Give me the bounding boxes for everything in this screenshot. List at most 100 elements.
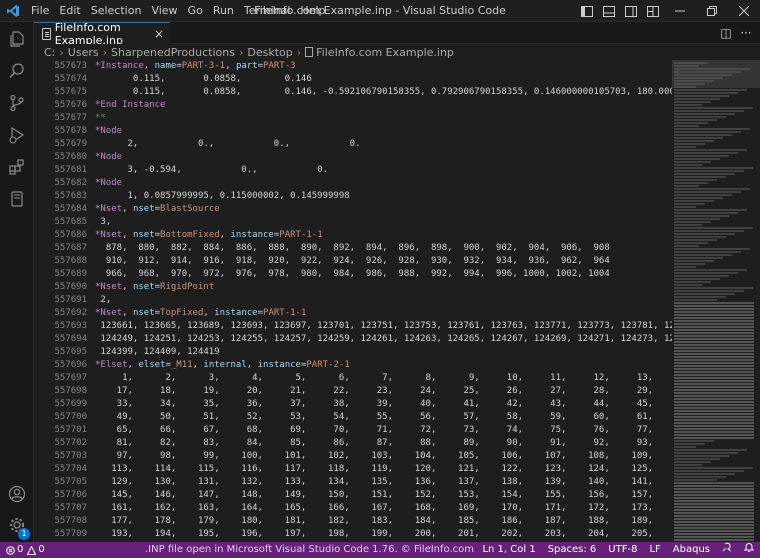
menu-item-help[interactable]: Help bbox=[295, 0, 330, 22]
token: 177, 178, 179, 180, 181, 182, 183, 184, … bbox=[111, 516, 654, 526]
split-editor-icon[interactable]: ◫ bbox=[716, 26, 736, 40]
minimap-line bbox=[674, 419, 754, 421]
code-line[interactable]: 557686 *Nset, nset=BottomFixed, instance=… bbox=[34, 229, 672, 242]
line-content: 81, 82, 83, 84, 85, 86, 87, 88, 89, 90, … bbox=[95, 437, 672, 450]
code-line[interactable]: 557685 3, bbox=[34, 216, 672, 229]
minimap-line bbox=[674, 83, 705, 85]
code-line[interactable]: 557700 49, 50, 51, 52, 53, 54, 55, 56, 5… bbox=[34, 411, 672, 424]
minimap-line bbox=[674, 476, 726, 478]
minimap[interactable] bbox=[672, 60, 760, 542]
code-line[interactable]: 557694 124249, 124251, 124253, 124255, 1… bbox=[34, 333, 672, 346]
bell-icon[interactable] bbox=[743, 542, 755, 558]
code-line[interactable]: 557679 2, 0., 0., 0. bbox=[34, 138, 672, 151]
indentation[interactable]: Spaces: 6 bbox=[548, 542, 597, 558]
menu-item-edit[interactable]: Edit bbox=[54, 0, 85, 22]
tab-fileinfo-example[interactable]: FileInfo.com Example.inp × bbox=[34, 20, 170, 47]
title-actions bbox=[576, 0, 760, 22]
remote-explorer-icon[interactable] bbox=[0, 182, 34, 216]
code-line[interactable]: 557678 *Node bbox=[34, 125, 672, 138]
code-line[interactable]: 557697 1, 2, 3, 4, 5, 6, 7, 8, 9, 10, 11… bbox=[34, 372, 672, 385]
minimap-line bbox=[674, 170, 744, 172]
menu-item-view[interactable]: View bbox=[146, 0, 182, 22]
code-line[interactable]: 557683 1, 0.0857999995, 0.115000002, 0.1… bbox=[34, 190, 672, 203]
code-line[interactable]: 557680 *Node bbox=[34, 151, 672, 164]
code-line[interactable]: 557703 97, 98, 99, 100, 101, 102, 103, 1… bbox=[34, 450, 672, 463]
breadcrumb-item-user[interactable]: SharpenedProductions bbox=[111, 46, 235, 59]
minimize-icon[interactable] bbox=[664, 0, 696, 22]
code-line[interactable]: 557681 3, -0.594, 0., 0. bbox=[34, 164, 672, 177]
breadcrumb-item-users[interactable]: Users bbox=[68, 46, 99, 59]
code-line[interactable]: 557706 145, 146, 147, 148, 149, 150, 151… bbox=[34, 489, 672, 502]
encoding[interactable]: UTF-8 bbox=[608, 542, 637, 558]
token: 49, 50, 51, 52, 53, 54, 55, 56, 57, 58, … bbox=[116, 412, 654, 422]
layout-panel-icon[interactable] bbox=[598, 0, 620, 22]
code-line[interactable]: 557698 17, 18, 19, 20, 21, 22, 23, 24, 2… bbox=[34, 385, 672, 398]
accounts-icon[interactable] bbox=[0, 477, 34, 511]
menu-item-terminal[interactable]: Terminal bbox=[239, 0, 296, 22]
code-line[interactable]: 557676 *End Instance bbox=[34, 99, 672, 112]
source-control-icon[interactable] bbox=[0, 86, 34, 120]
code-line[interactable]: 557691 2, bbox=[34, 294, 672, 307]
problems-indicator[interactable]: 0 0 bbox=[6, 542, 45, 558]
code-line[interactable]: 557705 129, 130, 131, 132, 133, 134, 135… bbox=[34, 476, 672, 489]
code-editor[interactable]: 557673 *Instance, name=PART-3-1, part=PAR… bbox=[34, 60, 672, 542]
code-line[interactable]: 557675 0.115, 0.0858, 0.146, -0.59210679… bbox=[34, 86, 672, 99]
breadcrumb-item-drive[interactable]: C: bbox=[44, 46, 55, 59]
menu-item-file[interactable]: File bbox=[26, 0, 54, 22]
customize-layout-icon[interactable] bbox=[642, 0, 664, 22]
minimap-line bbox=[674, 134, 732, 136]
tab-label: FileInfo.com Example.inp bbox=[54, 20, 123, 47]
menu-item-selection[interactable]: Selection bbox=[86, 0, 147, 22]
code-line[interactable]: 557688 910, 912, 914, 916, 918, 920, 922… bbox=[34, 255, 672, 268]
minimap-line bbox=[674, 521, 754, 523]
menu-item-go[interactable]: Go bbox=[183, 0, 208, 22]
code-line[interactable]: 557707 161, 162, 163, 164, 165, 166, 167… bbox=[34, 502, 672, 515]
code-line[interactable]: 557677 ** bbox=[34, 112, 672, 125]
token: ** bbox=[95, 113, 106, 123]
explorer-icon[interactable] bbox=[0, 22, 34, 56]
close-window-icon[interactable] bbox=[728, 0, 760, 22]
minimap-line bbox=[674, 179, 717, 181]
breadcrumb-item-file[interactable]: FileInfo.com Example.inp bbox=[316, 46, 454, 59]
minimap-line bbox=[674, 524, 754, 526]
code-line[interactable]: 557682 *Node bbox=[34, 177, 672, 190]
run-debug-icon[interactable] bbox=[0, 118, 34, 152]
language-mode[interactable]: Abaqus bbox=[673, 542, 710, 558]
layout-sidebar-left-icon[interactable] bbox=[576, 0, 598, 22]
breadcrumb-item-desktop[interactable]: Desktop bbox=[247, 46, 292, 59]
code-line[interactable]: 557673 *Instance, name=PART-3-1, part=PAR… bbox=[34, 60, 672, 73]
extensions-icon[interactable] bbox=[0, 150, 34, 184]
restore-icon[interactable] bbox=[696, 0, 728, 22]
layout-sidebar-right-icon[interactable] bbox=[620, 0, 642, 22]
code-line[interactable]: 557702 81, 82, 83, 84, 85, 86, 87, 88, 8… bbox=[34, 437, 672, 450]
code-line[interactable]: 557692 *Nset, nset=TopFixed, instance=PAR… bbox=[34, 307, 672, 320]
code-line[interactable]: 557699 33, 34, 35, 36, 37, 38, 39, 40, 4… bbox=[34, 398, 672, 411]
minimap-line bbox=[674, 368, 754, 370]
manage-gear-icon[interactable]: 1 bbox=[0, 508, 34, 542]
code-line[interactable]: 557695 124399, 124409, 124419 bbox=[34, 346, 672, 359]
code-line[interactable]: 557701 65, 66, 67, 68, 69, 70, 71, 72, 7… bbox=[34, 424, 672, 437]
code-line[interactable]: 557689 966, 968, 970, 972, 976, 978, 980… bbox=[34, 268, 672, 281]
code-line[interactable]: 557696 *Elset, elset=_M11, internal, inst… bbox=[34, 359, 672, 372]
more-actions-icon[interactable]: ··· bbox=[736, 26, 756, 40]
feedback-icon[interactable] bbox=[722, 542, 732, 558]
line-number: 557693 bbox=[54, 321, 87, 331]
code-line[interactable]: 557684 *Nset, nset=BlastSource bbox=[34, 203, 672, 216]
search-icon[interactable] bbox=[0, 54, 34, 88]
code-line[interactable]: 557709 193, 194, 195, 196, 197, 198, 199… bbox=[34, 528, 672, 541]
code-line[interactable]: 557687 878, 880, 882, 884, 886, 888, 890… bbox=[34, 242, 672, 255]
code-line[interactable]: 557704 113, 114, 115, 116, 117, 118, 119… bbox=[34, 463, 672, 476]
code-line[interactable]: 557708 177, 178, 179, 180, 181, 182, 183… bbox=[34, 515, 672, 528]
code-line[interactable]: 557693 123661, 123665, 123689, 123693, 1… bbox=[34, 320, 672, 333]
minimap-line bbox=[674, 77, 723, 79]
token: 124399, 124409, 124419 bbox=[95, 347, 220, 357]
code-line[interactable]: 557674 0.115, 0.0858, 0.146 bbox=[34, 73, 672, 86]
code-line[interactable]: 557690 *Nset, nset=RigidPoint bbox=[34, 281, 672, 294]
menu-item-run[interactable]: Run bbox=[208, 0, 239, 22]
end-of-line[interactable]: LF bbox=[649, 542, 660, 558]
line-content: *Node bbox=[95, 177, 122, 190]
minimap-line bbox=[674, 125, 699, 127]
cursor-position[interactable]: Ln 1, Col 1 bbox=[482, 542, 535, 558]
tab-close-icon[interactable]: × bbox=[154, 23, 164, 45]
line-number: 557687 bbox=[54, 243, 87, 253]
